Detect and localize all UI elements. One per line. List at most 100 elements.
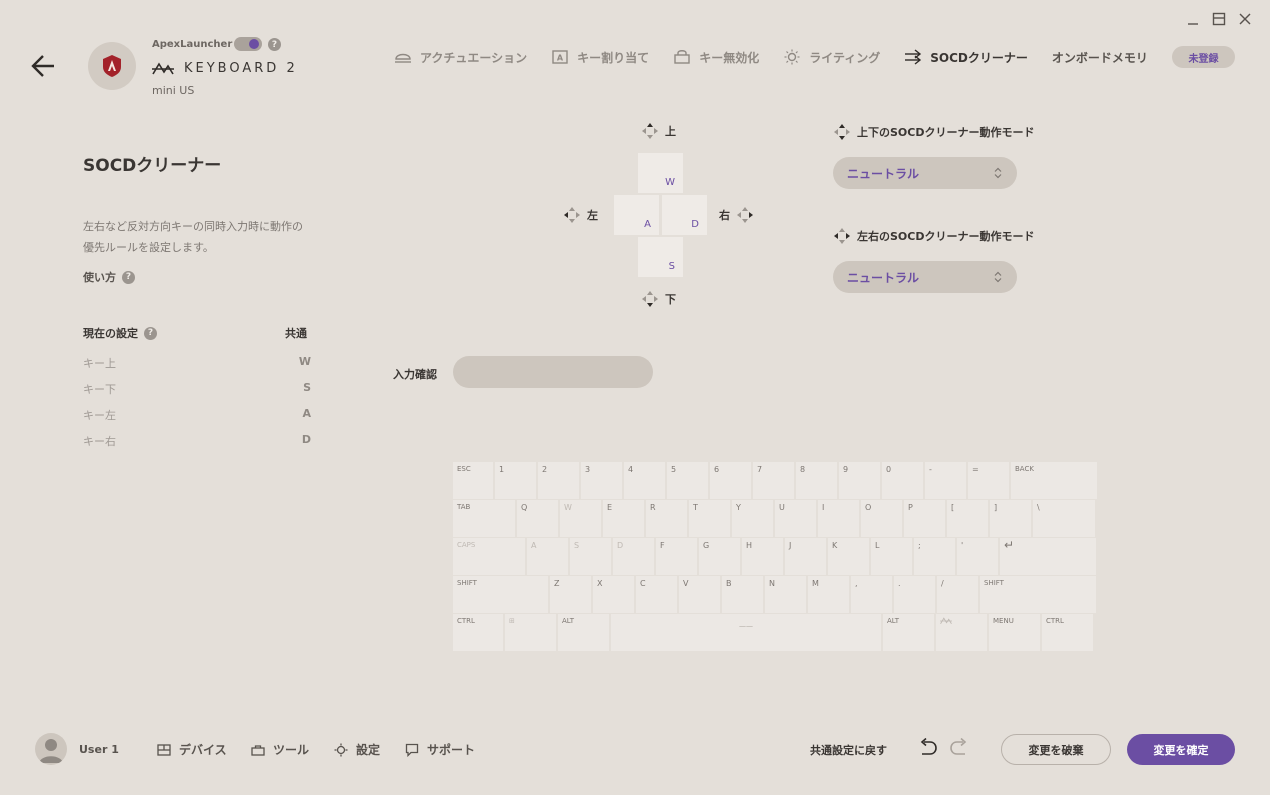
key-rshift[interactable]: SHIFT [980, 576, 1096, 613]
key-semicolon[interactable]: ; [914, 538, 955, 575]
tab-socd[interactable]: SOCDクリーナー [904, 49, 1028, 66]
key-u[interactable]: U [775, 500, 816, 537]
key-4[interactable]: 4 [624, 462, 665, 499]
svg-text:A: A [557, 54, 564, 63]
key-equal[interactable]: = [968, 462, 1009, 499]
key-period[interactable]: . [894, 576, 935, 613]
key-m[interactable]: M [808, 576, 849, 613]
key-left[interactable]: A [614, 195, 659, 235]
key-w[interactable]: W [560, 500, 601, 537]
key-fn[interactable] [936, 614, 987, 651]
key-t[interactable]: T [689, 500, 730, 537]
key-caps[interactable]: CAPS [453, 538, 525, 575]
key-o[interactable]: O [861, 500, 902, 537]
maximize-icon[interactable] [1212, 12, 1226, 26]
key-lctrl[interactable]: CTRL [453, 614, 503, 651]
key-i[interactable]: I [818, 500, 859, 537]
brand: KEYBOARD 2 [152, 61, 298, 76]
help-icon[interactable]: ? [268, 38, 281, 51]
key-1[interactable]: 1 [495, 462, 536, 499]
key-minus[interactable]: - [925, 462, 966, 499]
key-g[interactable]: G [699, 538, 740, 575]
key-lalt[interactable]: ALT [558, 614, 609, 651]
key-esc[interactable]: ESC [453, 462, 493, 499]
key-slash[interactable]: / [937, 576, 978, 613]
key-y[interactable]: Y [732, 500, 773, 537]
key-h[interactable]: H [742, 538, 783, 575]
help-icon[interactable]: ? [144, 326, 157, 340]
key-lshift[interactable]: SHIFT [453, 576, 548, 613]
key-right[interactable]: D [662, 195, 707, 235]
discard-changes-button[interactable]: 変更を破棄 [1001, 734, 1111, 765]
tab-key-disable[interactable]: キー無効化 [673, 49, 759, 66]
key-comma[interactable]: , [851, 576, 892, 613]
key-d[interactable]: D [613, 538, 654, 575]
key-enter[interactable]: ↵ [1000, 538, 1096, 575]
key-win[interactable]: ⊞ [505, 614, 556, 651]
key-quote[interactable]: ' [957, 538, 998, 575]
avatar[interactable] [35, 733, 67, 765]
nav-settings[interactable]: 設定 [334, 741, 380, 758]
key-a[interactable]: A [527, 538, 568, 575]
key-p[interactable]: P [904, 500, 945, 537]
key-x[interactable]: X [593, 576, 634, 613]
minimize-icon[interactable] [1186, 12, 1200, 26]
key-l[interactable]: L [871, 538, 912, 575]
tab-onboard-memory[interactable]: オンボードメモリ [1052, 49, 1148, 66]
tab-actuation[interactable]: アクチュエーション [394, 49, 527, 66]
key-q[interactable]: Q [517, 500, 558, 537]
key-j[interactable]: J [785, 538, 826, 575]
user-name[interactable]: User 1 [79, 743, 119, 756]
key-0[interactable]: 0 [882, 462, 923, 499]
key-8[interactable]: 8 [796, 462, 837, 499]
key-9[interactable]: 9 [839, 462, 880, 499]
key-backslash[interactable]: \ [1033, 500, 1095, 537]
sync-toggle[interactable] [234, 37, 262, 51]
key-c[interactable]: C [636, 576, 677, 613]
input-confirm-field[interactable] [453, 356, 653, 388]
chat-icon [405, 743, 419, 757]
key-2[interactable]: 2 [538, 462, 579, 499]
key-ralt[interactable]: ALT [883, 614, 934, 651]
tab-key-assign[interactable]: A キー割り当て [551, 49, 649, 66]
key-lbracket[interactable]: [ [947, 500, 988, 537]
key-up[interactable]: W [638, 153, 683, 193]
key-n[interactable]: N [765, 576, 806, 613]
key-6[interactable]: 6 [710, 462, 751, 499]
updown-chevron-icon [994, 271, 1002, 283]
key-f[interactable]: F [656, 538, 697, 575]
key-tab[interactable]: TAB [453, 500, 515, 537]
key-space[interactable]: —— [611, 614, 881, 651]
registration-badge[interactable]: 未登録 [1172, 46, 1235, 68]
key-s[interactable]: S [570, 538, 611, 575]
redo-icon[interactable] [949, 738, 969, 756]
key-5[interactable]: 5 [667, 462, 708, 499]
vertical-mode-select[interactable]: ニュートラル [833, 157, 1017, 189]
reset-to-common-button[interactable]: 共通設定に戻す [810, 742, 887, 758]
key-v[interactable]: V [679, 576, 720, 613]
key-3[interactable]: 3 [581, 462, 622, 499]
key-e[interactable]: E [603, 500, 644, 537]
confirm-changes-button[interactable]: 変更を確定 [1127, 734, 1235, 765]
back-arrow-icon[interactable] [30, 53, 58, 79]
key-b[interactable]: B [722, 576, 763, 613]
nav-device[interactable]: デバイス [157, 741, 227, 758]
key-rbracket[interactable]: ] [990, 500, 1031, 537]
key-down[interactable]: S [638, 237, 683, 277]
key-menu[interactable]: MENU [989, 614, 1040, 651]
key-r[interactable]: R [646, 500, 687, 537]
dpad-up-icon [642, 123, 658, 139]
close-icon[interactable] [1238, 12, 1252, 26]
nav-support[interactable]: サポート [405, 741, 475, 758]
direction-left: 左 [563, 206, 598, 224]
howto-link[interactable]: 使い方 ? [83, 269, 135, 285]
undo-icon[interactable] [918, 738, 938, 756]
tab-lighting[interactable]: ライティング [783, 49, 880, 66]
key-z[interactable]: Z [550, 576, 591, 613]
key-k[interactable]: K [828, 538, 869, 575]
horizontal-mode-select[interactable]: ニュートラル [833, 261, 1017, 293]
key-rctrl[interactable]: CTRL [1042, 614, 1093, 651]
key-7[interactable]: 7 [753, 462, 794, 499]
key-backspace[interactable]: BACK [1011, 462, 1097, 499]
nav-tools[interactable]: ツール [251, 741, 309, 758]
